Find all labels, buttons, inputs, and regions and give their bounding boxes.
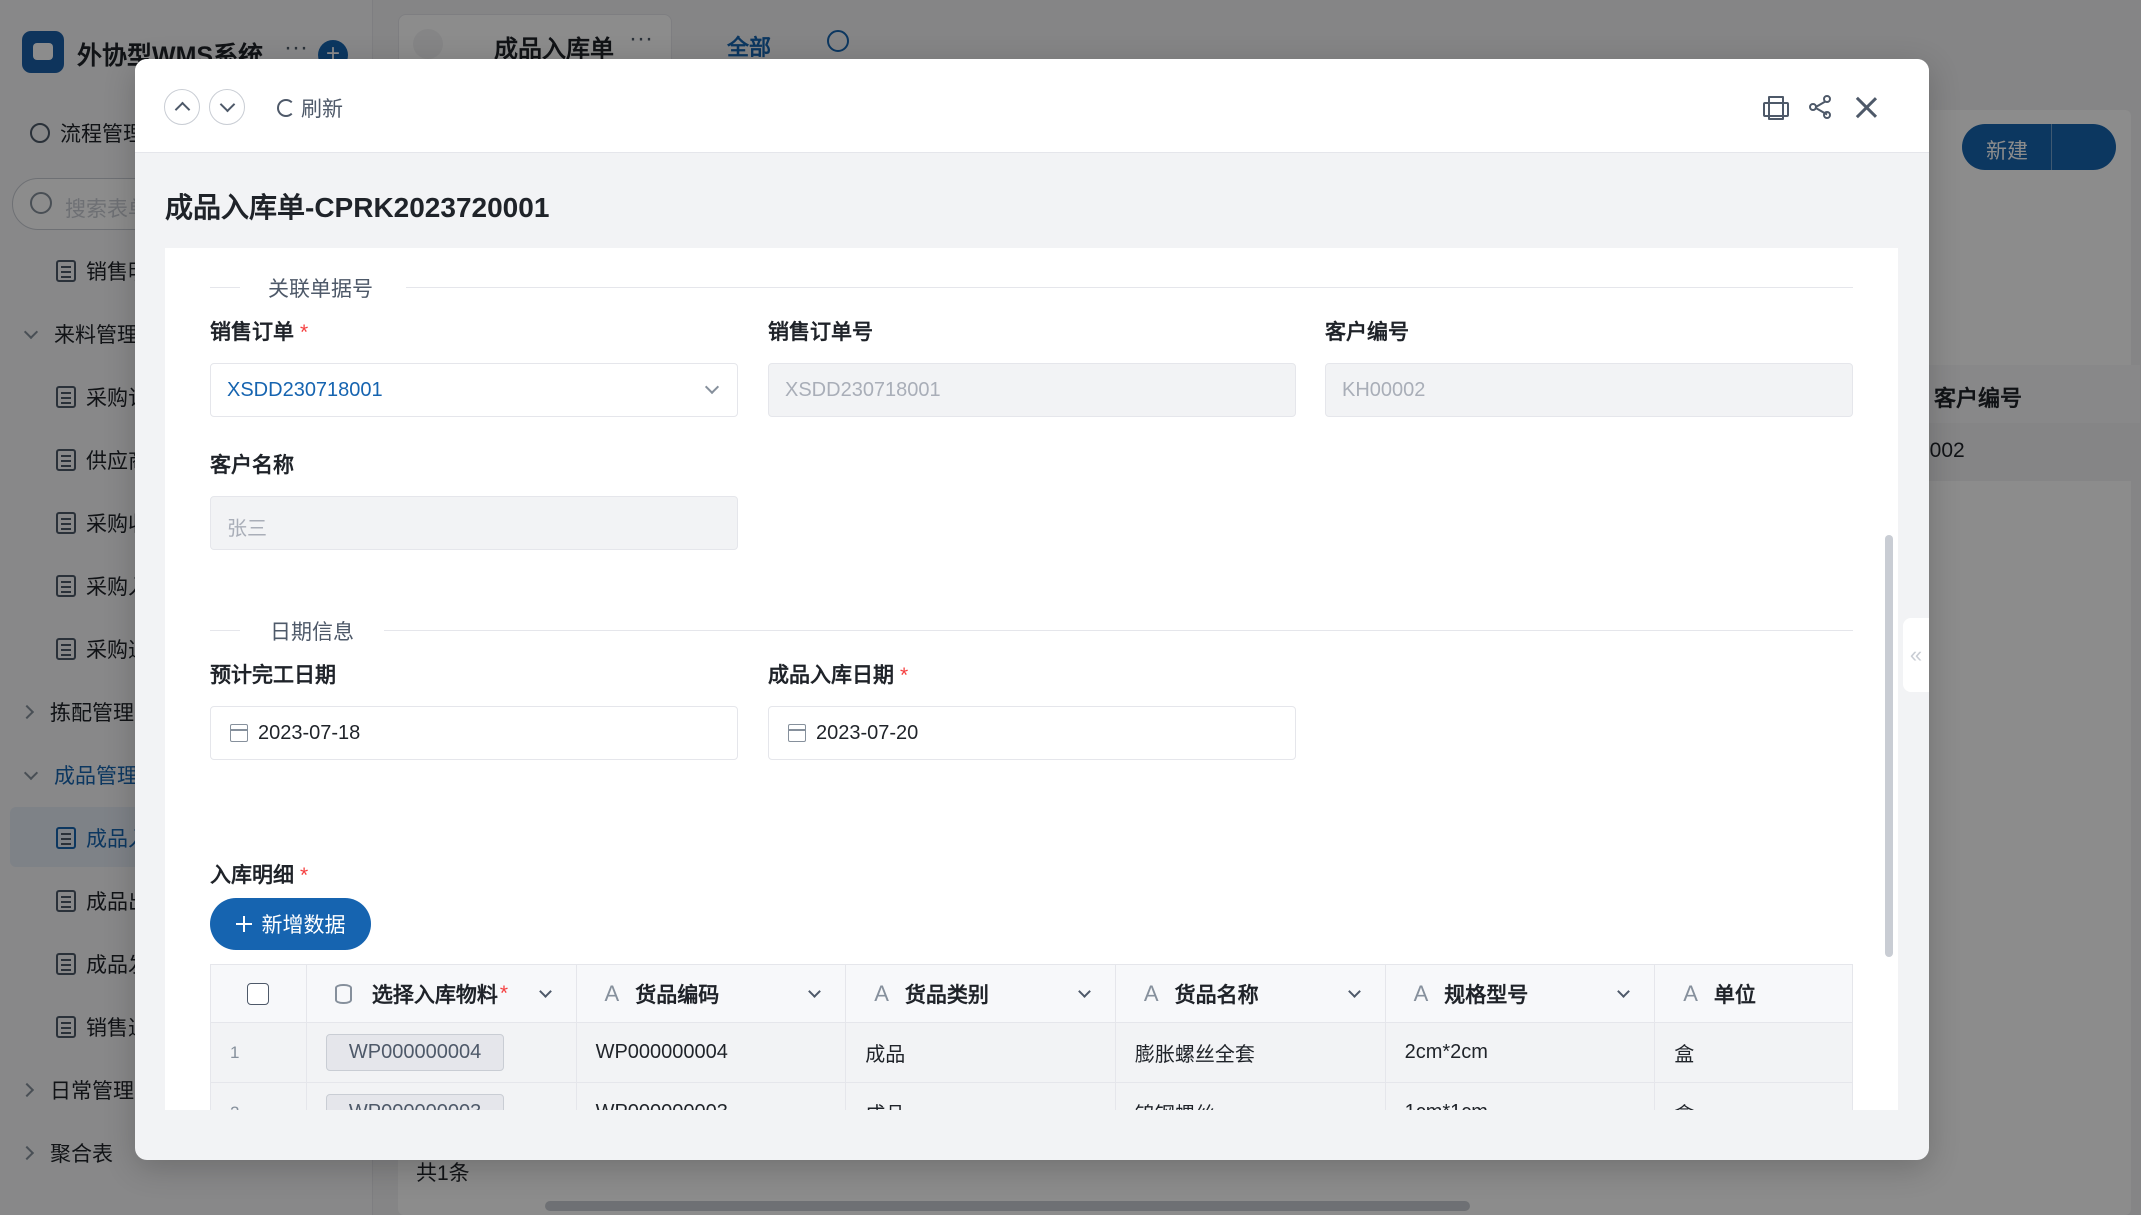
collapse-panel-icon[interactable]: «: [1903, 618, 1929, 692]
chevron-down-icon[interactable]: [538, 985, 552, 998]
required-mark: *: [499, 981, 509, 1005]
material-cell[interactable]: WP000000004: [307, 1023, 577, 1082]
column-header-code[interactable]: A 货品编码: [577, 965, 847, 1022]
plus-icon: [235, 916, 252, 932]
material-tag[interactable]: WP000000003: [325, 1094, 505, 1110]
section-title: 关联单据号: [268, 278, 373, 301]
database-icon: [334, 983, 352, 1004]
material-cell[interactable]: WP000000003: [307, 1083, 577, 1110]
field-label-customer-name: 客户名称: [210, 454, 294, 477]
inbound-date-input[interactable]: 2023-07-20: [768, 706, 1296, 760]
chevron-down-icon[interactable]: [1617, 985, 1631, 998]
section-dates: 日期信息: [210, 615, 1853, 645]
customer-name-value: 张三: [227, 518, 267, 540]
text-field-icon: A: [604, 980, 620, 1006]
expected-finish-date-input[interactable]: 2023-07-18: [210, 706, 738, 760]
column-header-material[interactable]: 选择入库物料 *: [307, 965, 577, 1022]
share-icon[interactable]: [1809, 95, 1833, 119]
material-tag[interactable]: WP000000004: [325, 1034, 505, 1071]
name-cell: 膨胀螺丝全套: [1116, 1023, 1386, 1082]
text-field-icon: A: [1143, 980, 1159, 1006]
required-mark: *: [300, 321, 309, 344]
select-all-cell: [211, 965, 307, 1022]
sales-order-value: XSDD230718001: [227, 379, 383, 401]
row-index: 1: [211, 1023, 307, 1082]
customer-code-value: KH00002: [1342, 379, 1426, 401]
required-mark: *: [300, 864, 309, 887]
chevron-down-icon[interactable]: [808, 985, 822, 998]
category-cell: 成品: [846, 1083, 1116, 1110]
print-icon[interactable]: [1762, 95, 1789, 120]
add-data-label: 新增数据: [261, 914, 346, 937]
category-cell: 成品: [846, 1023, 1116, 1082]
text-field-icon: A: [874, 980, 889, 1006]
column-header-category[interactable]: A 货品类别: [846, 965, 1116, 1022]
next-record-button[interactable]: [209, 89, 245, 125]
spec-cell: 1cm*1cm: [1386, 1083, 1656, 1110]
record-modal: 刷新 成品入库单-CPRK2023720001 关联单据号 销售订单 * XSDD…: [135, 59, 1929, 1160]
field-label-sales-order-no: 销售订单号: [768, 321, 873, 344]
name-cell: 钨钢螺丝: [1116, 1083, 1386, 1110]
unit-cell: 盒: [1674, 1044, 1695, 1066]
table-header-row: 选择入库物料 * A 货品编码 A 货品类别 A 货品名称 A 规格型号 A 单位: [211, 965, 1852, 1023]
sales-order-select[interactable]: XSDD230718001: [210, 363, 738, 417]
column-header-spec[interactable]: A 规格型号: [1386, 965, 1656, 1022]
sales-order-no-field: XSDD230718001: [768, 363, 1296, 417]
calendar-icon: [788, 724, 806, 742]
text-field-icon: A: [1683, 980, 1698, 1006]
table-row[interactable]: 2 WP000000003 WP000000003 成品 钨钢螺丝 1cm*1c…: [211, 1083, 1852, 1110]
customer-name-field: 张三: [210, 496, 738, 550]
modal-title: 成品入库单-CPRK2023720001: [165, 192, 550, 223]
column-header-name[interactable]: A 货品名称: [1116, 965, 1386, 1022]
field-label-customer-code: 客户编号: [1325, 321, 1409, 344]
form-body: 关联单据号 销售订单 * XSDD230718001 销售订单号 XSDD2307…: [165, 248, 1898, 1110]
required-mark: *: [900, 664, 909, 687]
column-header-unit[interactable]: A 单位: [1655, 965, 1852, 1022]
table-row[interactable]: 1 WP000000004 WP000000004 成品 膨胀螺丝全套 2cm*…: [211, 1023, 1852, 1083]
code-cell: WP000000004: [577, 1023, 847, 1082]
sales-order-no-value: XSDD230718001: [785, 379, 941, 401]
vertical-scrollbar[interactable]: [1885, 535, 1893, 957]
refresh-label: 刷新: [301, 98, 343, 121]
modal-header: 刷新: [135, 59, 1929, 153]
customer-code-field: KH00002: [1325, 363, 1853, 417]
unit-cell: 盒: [1655, 1083, 1852, 1110]
code-cell: WP000000003: [577, 1083, 847, 1110]
calendar-icon: [230, 724, 248, 742]
inbound-date-value: 2023-07-20: [816, 722, 919, 744]
field-label-inbound-details: 入库明细 *: [210, 864, 309, 887]
expected-finish-value: 2023-07-18: [258, 722, 361, 744]
field-label-inbound-date: 成品入库日期 *: [768, 664, 909, 687]
select-all-checkbox[interactable]: [247, 982, 270, 1005]
refresh-button[interactable]: 刷新: [277, 93, 343, 123]
section-related: 关联单据号: [210, 272, 1853, 302]
chevron-down-icon[interactable]: [1347, 985, 1361, 998]
chevron-down-icon: [704, 379, 720, 395]
inbound-details-table: 选择入库物料 * A 货品编码 A 货品类别 A 货品名称 A 规格型号 A 单位 1 WP…: [210, 964, 1853, 1110]
spec-cell: 2cm*2cm: [1386, 1023, 1656, 1082]
close-icon[interactable]: [1854, 95, 1878, 119]
refresh-icon: [277, 99, 295, 117]
field-label-sales-order: 销售订单 *: [210, 321, 309, 344]
text-field-icon: A: [1413, 980, 1429, 1006]
section-title: 日期信息: [270, 621, 354, 644]
field-label-expected-finish: 预计完工日期: [210, 664, 336, 687]
prev-record-button[interactable]: [164, 89, 200, 125]
row-index: 2: [211, 1083, 307, 1110]
chevron-down-icon[interactable]: [1078, 985, 1091, 998]
add-data-button[interactable]: 新增数据: [210, 898, 371, 950]
